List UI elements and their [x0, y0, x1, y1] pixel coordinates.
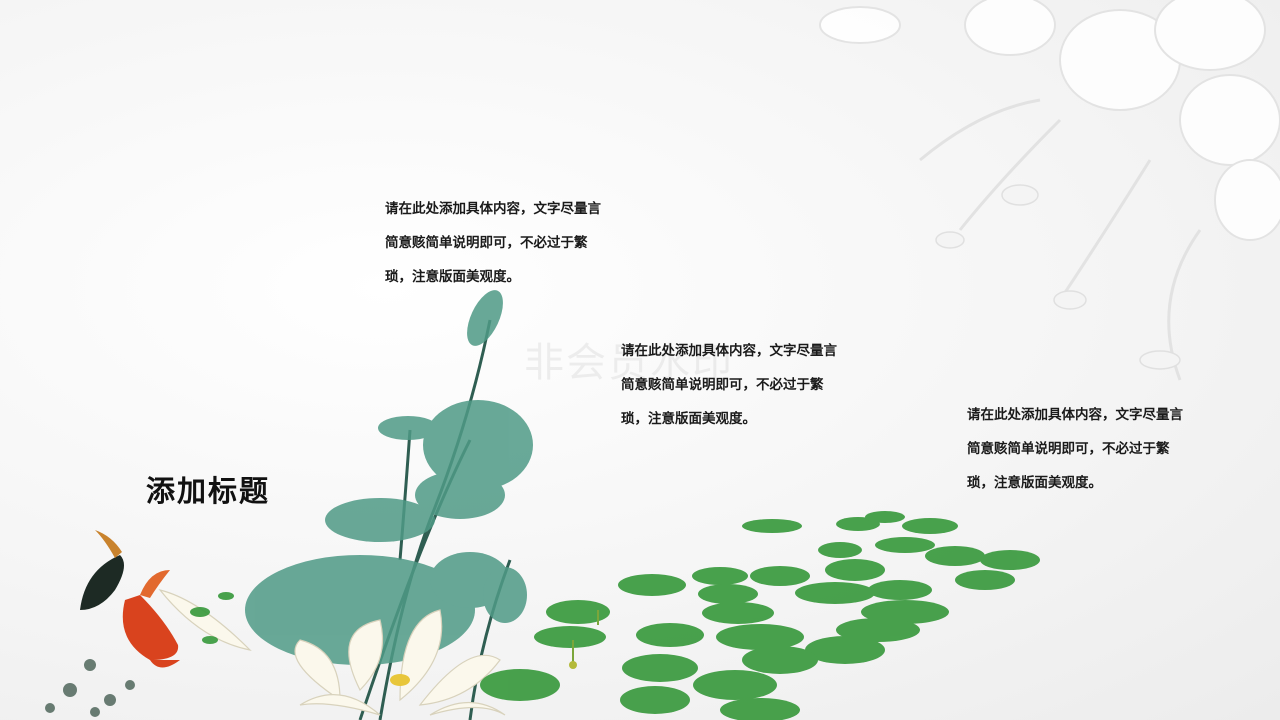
slide-title[interactable]: 添加标题: [146, 468, 270, 510]
content-paragraph-3[interactable]: 请在此处添加具体内容，文字尽量言简意赅简单说明即可，不必过于繁琐，注意版面美观度…: [967, 398, 1195, 500]
content-paragraph-1[interactable]: 请在此处添加具体内容，文字尽量言简意赅简单说明即可，不必过于繁琐，注意版面美观度…: [385, 192, 613, 294]
slide-canvas: 非会员水印 添加标题 请在此处添加具体内容，文字尽量言简意赅简单说明即可，不必过…: [0, 0, 1280, 720]
content-paragraph-2[interactable]: 请在此处添加具体内容，文字尽量言简意赅简单说明即可，不必过于繁琐，注意版面美观度…: [621, 334, 849, 436]
